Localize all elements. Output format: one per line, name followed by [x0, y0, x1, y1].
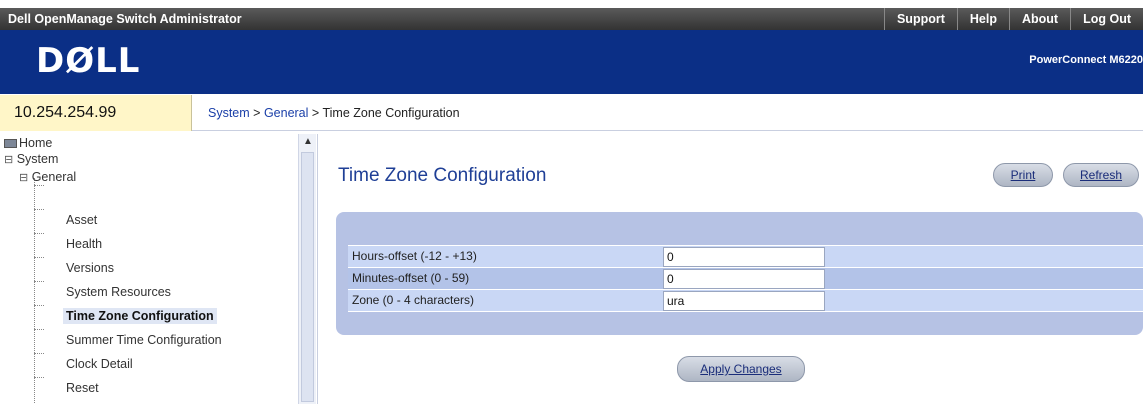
sidebar-item-label: General — [31, 170, 77, 184]
sidebar-item-label: Home — [19, 136, 53, 150]
sidebar-item-versions[interactable]: Versions — [66, 261, 114, 275]
refresh-button[interactable]: Refresh — [1063, 163, 1139, 187]
about-link[interactable]: About — [1008, 8, 1070, 30]
page-title: Time Zone Configuration — [338, 165, 547, 186]
settings-panel: Hours-offset (-12 - +13) Minutes-offset … — [336, 212, 1143, 335]
apply-changes-button[interactable]: Apply Changes — [677, 356, 805, 382]
scroll-up-icon[interactable]: ▲ — [303, 136, 313, 147]
home-icon — [4, 139, 17, 149]
sidebar-item-label: System Resources — [66, 285, 171, 299]
breadcrumb-separator: > — [249, 106, 264, 120]
main-content: Time Zone Configuration Print Refresh Ho… — [322, 134, 1143, 404]
sidebar-item-clock-detail[interactable]: Clock Detail — [66, 357, 133, 371]
tree-line — [34, 209, 44, 210]
sidebar: Home ⊟ System ⊟ General Asset Health Ver… — [0, 134, 318, 404]
table-row: Hours-offset (-12 - +13) — [348, 246, 1143, 268]
sidebar-item-health[interactable]: Health — [66, 237, 102, 251]
help-link[interactable]: Help — [956, 8, 1009, 30]
tree-line — [34, 281, 44, 282]
logout-link[interactable]: Log Out — [1070, 8, 1143, 30]
zone-label: Zone (0 - 4 characters) — [348, 290, 663, 311]
top-links: Support Help About Log Out — [883, 8, 1143, 30]
breadcrumb: System > General > Time Zone Configurati… — [208, 95, 460, 131]
scrollbar-thumb[interactable] — [301, 152, 314, 402]
sidebar-item-label: Summer Time Configuration — [66, 333, 222, 347]
zone-input[interactable] — [663, 291, 825, 311]
tree-line — [34, 178, 35, 403]
minutes-offset-label: Minutes-offset (0 - 59) — [348, 268, 663, 289]
sidebar-item-label: System — [16, 152, 59, 166]
table-row: Minutes-offset (0 - 59) — [348, 268, 1143, 290]
sidebar-item-time-zone-configuration[interactable]: Time Zone Configuration — [63, 308, 217, 324]
tree-line — [34, 329, 44, 330]
settings-table: Hours-offset (-12 - +13) Minutes-offset … — [348, 245, 1143, 312]
sidebar-item-label: Asset — [66, 213, 98, 227]
address-row: 10.254.254.99 System > General > Time Zo… — [0, 95, 1143, 131]
sidebar-item-general[interactable]: ⊟ General — [19, 170, 76, 184]
top-bar: Dell OpenManage Switch Administrator Sup… — [0, 8, 1143, 30]
tree-line — [34, 305, 44, 306]
tree-line — [34, 353, 44, 354]
tree-line — [34, 185, 44, 186]
sidebar-item-label: Time Zone Configuration — [66, 309, 214, 323]
sidebar-item-label: Clock Detail — [66, 357, 133, 371]
sidebar-item-label: Reset — [66, 381, 99, 395]
sidebar-item-home[interactable]: Home — [4, 136, 52, 150]
sidebar-item-system-resources[interactable]: System Resources — [66, 285, 171, 299]
breadcrumb-separator: > — [308, 106, 323, 120]
minutes-offset-input[interactable] — [663, 269, 825, 289]
tree-line — [34, 377, 44, 378]
hours-offset-input[interactable] — [663, 247, 825, 267]
print-button[interactable]: Print — [993, 163, 1053, 187]
sidebar-item-reset[interactable]: Reset — [66, 381, 99, 395]
tree-line — [34, 233, 44, 234]
breadcrumb-current: Time Zone Configuration — [322, 106, 460, 120]
app-title: Dell OpenManage Switch Administrator — [8, 12, 242, 26]
table-row: Zone (0 - 4 characters) — [348, 290, 1143, 312]
switch-ip: 10.254.254.99 — [0, 95, 192, 131]
breadcrumb-general[interactable]: General — [264, 106, 308, 120]
tree-line — [34, 257, 44, 258]
sidebar-item-system[interactable]: ⊟ System — [4, 152, 58, 166]
breadcrumb-system[interactable]: System — [208, 106, 250, 120]
product-name: PowerConnect M6220 — [1029, 54, 1143, 66]
collapse-icon: ⊟ — [19, 172, 29, 184]
sidebar-item-summer-time-configuration[interactable]: Summer Time Configuration — [66, 333, 222, 347]
support-link[interactable]: Support — [883, 8, 957, 30]
collapse-icon: ⊟ — [4, 154, 14, 166]
sidebar-item-label: Versions — [66, 261, 114, 275]
dell-logo: DØLL — [36, 41, 141, 81]
sidebar-scrollbar[interactable]: ▲ — [298, 134, 316, 404]
sidebar-item-asset[interactable]: Asset — [66, 213, 97, 227]
brand-banner: DØLL PowerConnect M6220 — [0, 30, 1143, 94]
sidebar-item-label: Health — [66, 237, 103, 251]
hours-offset-label: Hours-offset (-12 - +13) — [348, 246, 663, 267]
